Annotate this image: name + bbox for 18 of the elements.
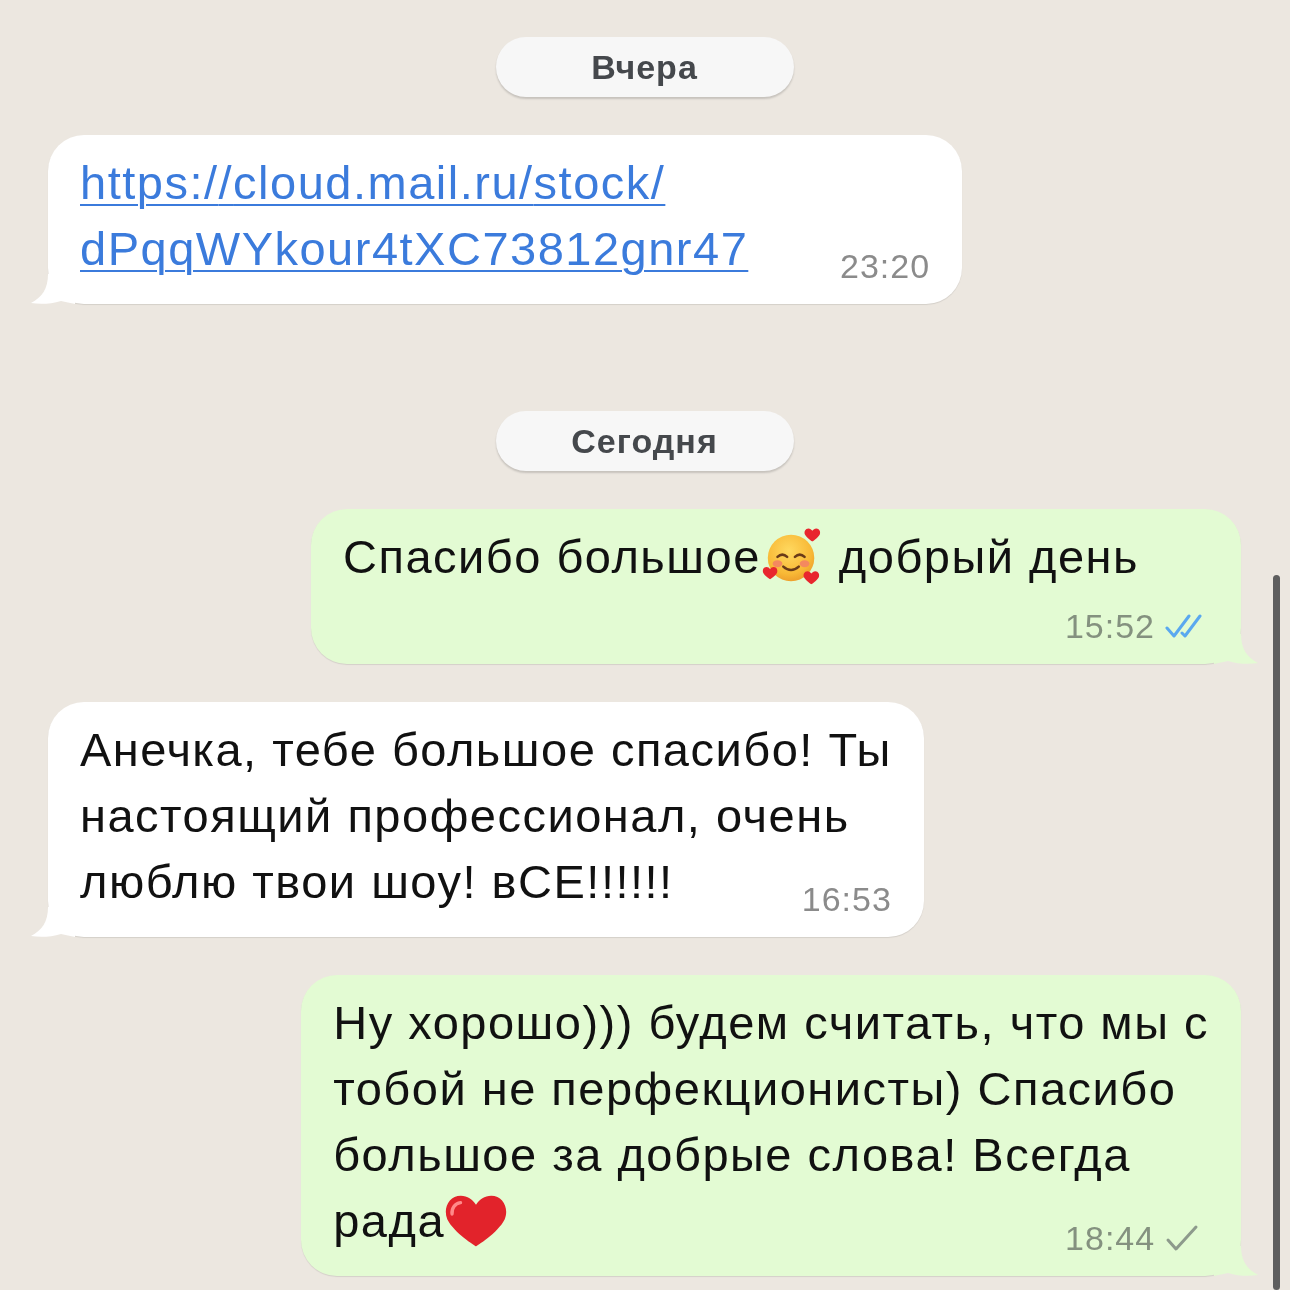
message-text: люблю твои шоу! вСЕ!!!!!! bbox=[80, 855, 674, 908]
scrollbar-thumb[interactable] bbox=[1273, 575, 1280, 1290]
message-text: тобой не перфекционисты) Спасибо bbox=[333, 1062, 1177, 1115]
date-label: Сегодня bbox=[495, 411, 794, 471]
date-label: Вчера bbox=[495, 37, 794, 97]
message-link[interactable]: https://cloud.mail.ru/stock/dPqqWYkour4tXC73812gnr47 bbox=[80, 150, 780, 282]
heart-icon bbox=[445, 1193, 508, 1249]
message-text: добрый день bbox=[838, 530, 1140, 583]
message-text: большое за добрые слова! Всегда bbox=[333, 1128, 1131, 1181]
message-time: 15:52 bbox=[1064, 606, 1155, 646]
message-text: Анечка, тебе большое спасибо! Ты bbox=[80, 723, 892, 776]
message-time: 18:44 bbox=[1065, 1218, 1156, 1258]
message-text: рада bbox=[333, 1194, 446, 1247]
message-time: 23:20 bbox=[840, 246, 931, 286]
message-text: Ну хорошо))) будем считать, что мы с bbox=[333, 996, 1209, 1049]
message-text: Спасибо большое bbox=[343, 530, 761, 583]
message-time: 16:53 bbox=[801, 879, 892, 919]
message-text: настоящий профессионал, очень bbox=[80, 789, 850, 842]
